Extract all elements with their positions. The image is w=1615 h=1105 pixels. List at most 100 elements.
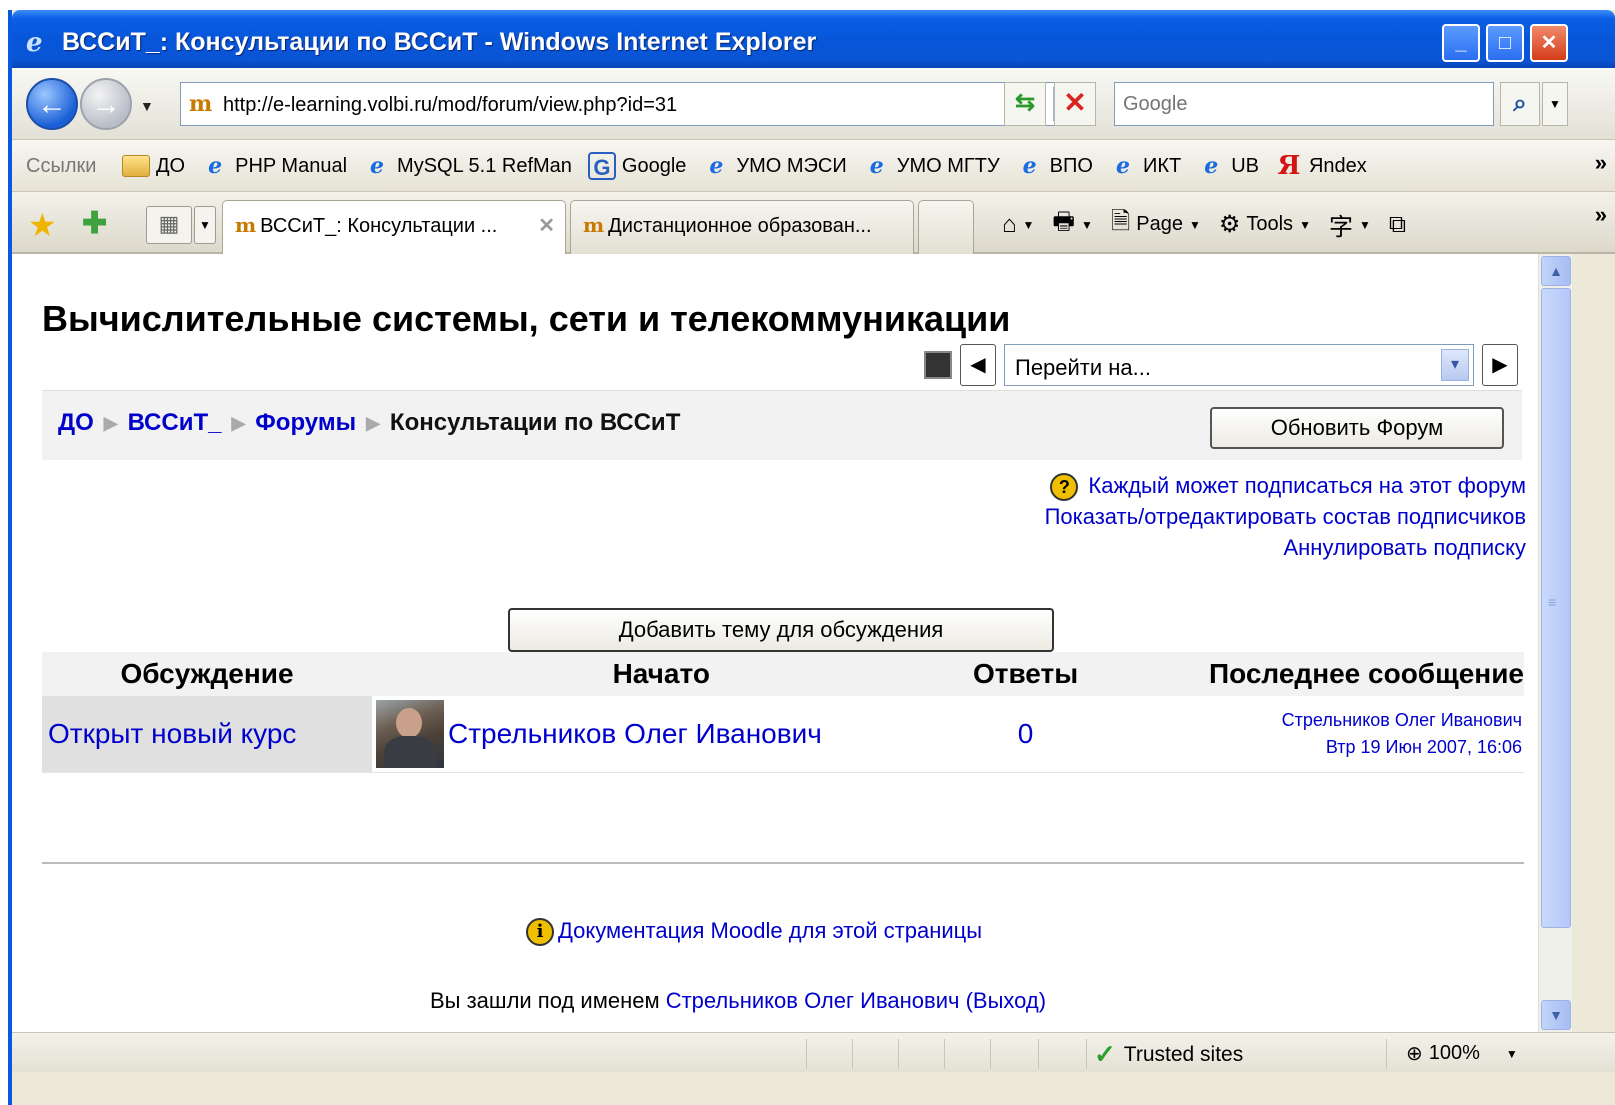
topic-link[interactable]: Открыт новый курс <box>48 718 296 749</box>
print-button[interactable]: 🖶 ▼ <box>1052 204 1093 245</box>
close-button[interactable]: ✕ <box>1530 24 1568 62</box>
scroll-down-icon[interactable]: ▼ <box>1541 1000 1571 1030</box>
subscribe-info-link[interactable]: Каждый может подписаться на этот форум <box>1088 473 1526 498</box>
yandex-icon: Я <box>1277 151 1301 181</box>
starter-link[interactable]: Стрельников Олег Иванович <box>448 718 822 749</box>
tab-list-dropdown-icon[interactable]: ▼ <box>194 206 216 244</box>
recent-pages-dropdown-icon[interactable]: ▼ <box>140 98 154 114</box>
link-vpo[interactable]: e ВПО <box>1016 150 1093 182</box>
ie-page-icon: e <box>1115 153 1130 179</box>
vertical-scrollbar[interactable]: ▲ ≡ ▼ <box>1538 254 1572 1032</box>
stop-button[interactable]: ✕ <box>1054 82 1096 126</box>
moodle-favicon-icon: m <box>189 91 213 117</box>
address-bar[interactable]: m http://e-learning.volbi.ru/mod/forum/v… <box>180 82 1086 126</box>
next-activity-button[interactable]: ▶ <box>1482 344 1518 386</box>
breadcrumb-home[interactable]: ДО <box>58 409 94 437</box>
jump-to-value: Перейти на... <box>1015 355 1152 380</box>
link-umo-mgtu[interactable]: e УМО МГТУ <box>863 150 1000 182</box>
home-icon: ⌂ <box>1002 210 1017 238</box>
last-post-cell: Стрельников Олег Иванович Втр 19 Июн 200… <box>1100 696 1524 773</box>
browser-window: e ВССиТ_: Консультации по ВССиТ - Window… <box>8 10 1615 1105</box>
favorites-star-icon[interactable]: ★ <box>28 206 57 244</box>
command-bar: ⌂ ▼ 🖶 ▼ 🗎 Page ▼ ⚙ Tools ▼ 字 ▼ ⧉ <box>1002 204 1406 245</box>
logout-link[interactable]: (Выход) <box>966 988 1046 1013</box>
search-icon[interactable]: ⌕ <box>1500 82 1540 126</box>
search-options-dropdown-icon[interactable]: ▼ <box>1542 82 1568 126</box>
breadcrumb-forums[interactable]: Форумы <box>255 409 356 437</box>
link-ub[interactable]: e UB <box>1197 150 1259 182</box>
add-topic-button[interactable]: Добавить тему для обсуждения <box>508 608 1054 652</box>
update-forum-button[interactable]: Обновить Форум <box>1210 407 1504 449</box>
tab-distance-education[interactable]: m Дистанционное образован... <box>570 200 914 254</box>
chevron-down-icon: ▼ <box>1358 217 1371 232</box>
login-user-link[interactable]: Стрельников Олег Иванович <box>666 988 960 1013</box>
breadcrumb-course[interactable]: ВССиТ_ <box>128 409 222 437</box>
unsubscribe-link[interactable]: Аннулировать подписку <box>1283 535 1526 560</box>
new-tab-button[interactable] <box>918 200 974 254</box>
add-favorite-icon[interactable]: ✚ <box>82 206 107 241</box>
links-overflow-chevron-icon[interactable]: » <box>1595 150 1607 176</box>
link-google[interactable]: G Google <box>587 150 686 182</box>
help-icon[interactable]: ? <box>1050 473 1079 502</box>
address-url[interactable]: http://e-learning.volbi.ru/mod/forum/vie… <box>223 94 677 117</box>
ie-page-icon: e <box>869 153 884 179</box>
status-divider <box>898 1039 899 1069</box>
chevron-down-icon: ▼ <box>1299 217 1311 232</box>
course-title: Вычислительные системы, сети и телекомму… <box>42 298 1011 339</box>
page-menu[interactable]: 🗎 Page ▼ <box>1111 204 1201 245</box>
link-label: ИКТ <box>1142 154 1182 177</box>
minimize-button[interactable]: _ <box>1442 24 1480 62</box>
last-post-date-link[interactable]: Втр 19 Июн 2007, 16:06 <box>1326 737 1522 757</box>
link-yandex[interactable]: Я Яndex <box>1275 150 1367 182</box>
zoom-control[interactable]: ⊕ 100% ▼ <box>1406 1041 1518 1066</box>
tab-forum[interactable]: m ВССиТ_: Консультации ... ✕ <box>222 200 566 254</box>
security-zone[interactable]: ✓ Trusted sites <box>1094 1039 1243 1070</box>
avatar[interactable] <box>376 700 444 768</box>
tools-menu[interactable]: ⚙ Tools ▼ <box>1219 210 1311 239</box>
discussion-table: Обсуждение Начато Ответы Последнее сообщ… <box>42 652 1524 773</box>
quick-tabs-icon[interactable]: ▦ <box>146 206 192 244</box>
maximize-button[interactable]: □ <box>1486 24 1524 62</box>
replies-link[interactable]: 0 <box>1018 718 1034 749</box>
jump-to-select[interactable]: Перейти на... ▾ <box>1004 344 1474 386</box>
refresh-button[interactable]: ⇆ <box>1004 82 1046 126</box>
popout-button[interactable]: ⧉ <box>1389 211 1406 239</box>
search-input[interactable] <box>1115 83 1493 125</box>
footer-divider <box>42 862 1524 864</box>
previous-activity-button[interactable]: ◀ <box>960 344 996 386</box>
link-label: PHP Manual <box>235 154 348 177</box>
back-button[interactable]: ← <box>26 78 78 130</box>
scroll-up-icon[interactable]: ▲ <box>1541 256 1571 286</box>
moodle-favicon-icon: m <box>235 213 257 237</box>
status-divider <box>1086 1039 1087 1069</box>
zoom-level: 100% <box>1428 1042 1480 1064</box>
toolbar-overflow-chevron-icon[interactable]: » <box>1595 202 1607 228</box>
home-button[interactable]: ⌂ ▼ <box>1002 211 1034 239</box>
link-ikt[interactable]: e ИКТ <box>1109 150 1181 182</box>
links-list: ДО e PHP Manual e MySQL 5.1 RefMan G Google… <box>122 150 1367 182</box>
login-prefix: Вы зашли под именем <box>430 988 660 1013</box>
header-started-by: Начато <box>372 652 951 696</box>
translate-button[interactable]: 字 ▼ <box>1329 207 1371 242</box>
status-divider <box>806 1039 807 1069</box>
breadcrumb-separator-icon: ▶ <box>366 412 380 433</box>
link-mysql-refman[interactable]: e MySQL 5.1 RefMan <box>363 150 572 182</box>
security-zone-label: Trusted sites <box>1123 1042 1244 1066</box>
folder-icon <box>122 155 150 177</box>
moodle-docs-link[interactable]: Документация Moodle для этой страницы <box>558 918 982 943</box>
logs-icon[interactable] <box>924 351 952 379</box>
ie-page-icon: e <box>1022 153 1037 179</box>
link-php-manual[interactable]: e PHP Manual <box>201 150 347 182</box>
close-tab-icon[interactable]: ✕ <box>538 213 555 238</box>
chevron-down-icon[interactable]: ▾ <box>1441 349 1469 381</box>
replies-cell: 0 <box>950 696 1101 773</box>
link-do[interactable]: ДО <box>122 150 185 182</box>
link-umo-mesi[interactable]: e УМО МЭСИ <box>702 150 846 182</box>
show-subscribers-link[interactable]: Показать/отредактировать состав подписчи… <box>1045 504 1526 529</box>
last-post-author-link[interactable]: Стрельников Олег Иванович <box>1282 710 1522 730</box>
translate-icon: 字 <box>1328 214 1353 241</box>
link-label: ВПО <box>1049 154 1093 177</box>
forward-button[interactable]: → <box>80 78 132 130</box>
link-label: Яndex <box>1308 154 1367 177</box>
search-box[interactable] <box>1114 82 1494 126</box>
